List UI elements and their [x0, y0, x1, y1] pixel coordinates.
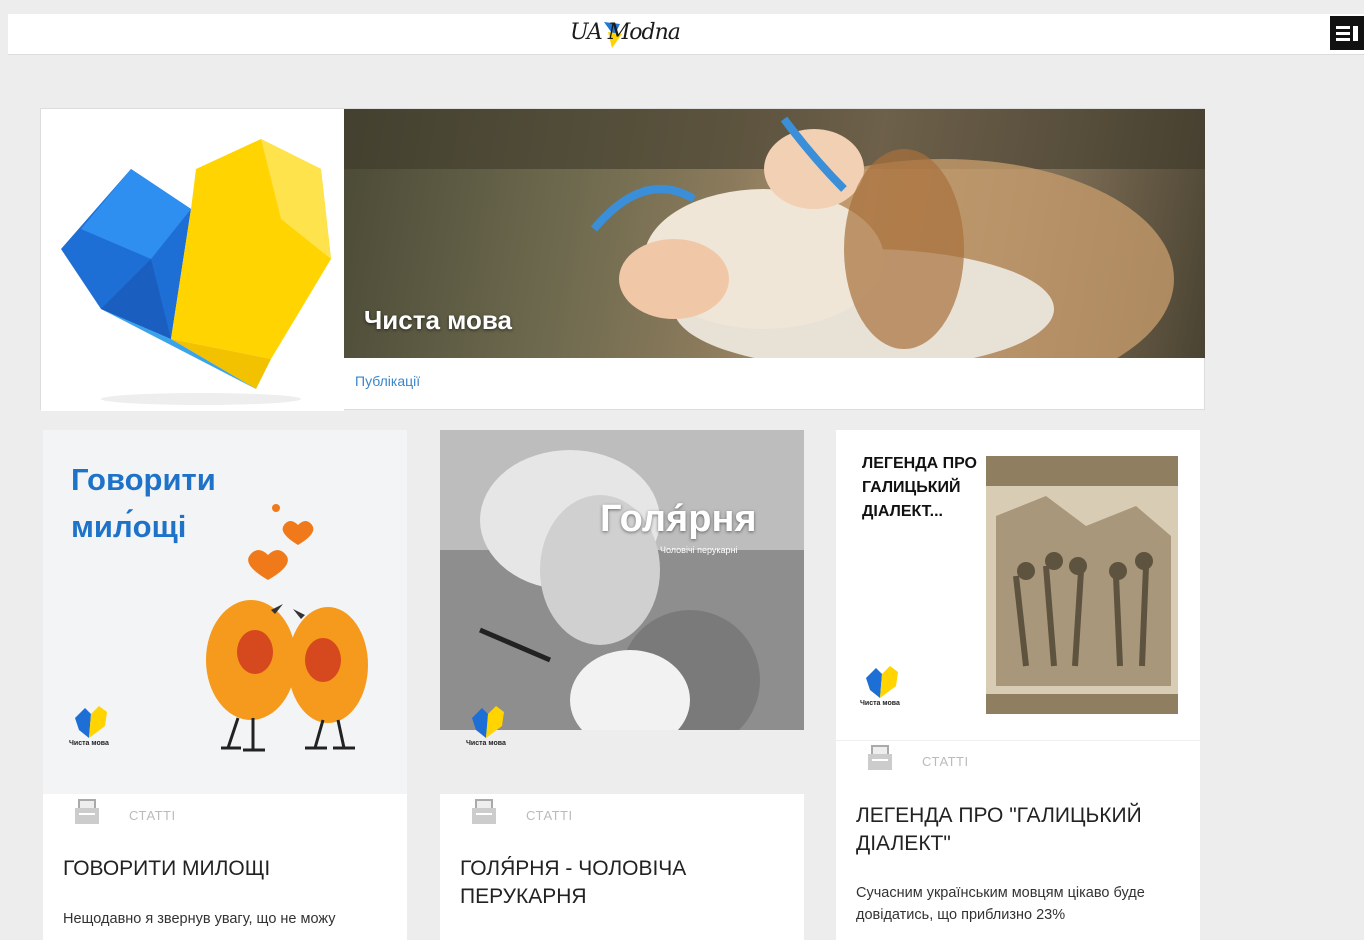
- article-card[interactable]: Говорити мил́ощі Чиста мова СТАТТІ ГОВОР…: [43, 430, 407, 940]
- document-icon: [868, 745, 892, 770]
- category-label[interactable]: СТАТТІ: [526, 808, 573, 823]
- card-title[interactable]: ГОВОРИТИ МИЛОЩІ: [63, 855, 393, 883]
- card-image-heading: ЛЕГЕНДА ПРО ГАЛИЦЬКИЙ ДІАЛЕКТ...: [862, 455, 977, 520]
- card-image[interactable]: ЛЕГЕНДА ПРО ГАЛИЦЬКИЙ ДІАЛЕКТ... Чиста м…: [836, 430, 1200, 740]
- category-label[interactable]: СТАТТІ: [129, 808, 176, 823]
- card-image-subheading: Чоловічі перукарні: [660, 545, 738, 555]
- logo-text: UA Modna: [570, 20, 681, 45]
- mini-logo-text: Чиста мова: [466, 740, 506, 747]
- publications-link[interactable]: Публікації: [355, 373, 420, 389]
- mini-logo: Чиста мова: [860, 662, 902, 714]
- mini-logo: Чиста мова: [466, 702, 508, 754]
- mini-logo-text: Чиста мова: [69, 740, 109, 747]
- heart-logo-image: [41, 109, 344, 411]
- document-icon: [75, 799, 99, 824]
- site-logo[interactable]: UA Modna: [570, 20, 681, 50]
- article-card[interactable]: Голя́рня Чоловічі перукарні Чиста мова С…: [440, 430, 804, 940]
- hero-title: Чиста мова: [364, 305, 513, 335]
- card-meta: СТАТТІ: [43, 794, 407, 844]
- card-title[interactable]: ГОЛЯ́РНЯ - ЧОЛОВІЧА ПЕРУКАРНЯ: [460, 855, 740, 911]
- mini-logo: Чиста мова: [69, 702, 111, 754]
- card-meta: СТАТТІ: [440, 794, 804, 844]
- card-image[interactable]: Голя́рня Чоловічі перукарні Чиста мова: [440, 430, 804, 794]
- menu-button[interactable]: [1330, 16, 1364, 50]
- document-icon: [472, 799, 496, 824]
- card-excerpt: Нещодавно я звернув увагу, що не можу: [63, 911, 336, 927]
- card-title[interactable]: ЛЕГЕНДА ПРО "ГАЛИЦЬКИЙ ДІАЛЕКТ": [856, 802, 1166, 858]
- card-excerpt: Сучасним українським мовцям цікаво буде …: [856, 885, 1145, 923]
- hero-card[interactable]: Чиста мова Публікації: [40, 108, 1205, 411]
- heart-icon: [472, 706, 504, 738]
- heart-icon: [75, 706, 107, 738]
- heart-icon: [866, 666, 898, 698]
- article-card[interactable]: ЛЕГЕНДА ПРО ГАЛИЦЬКИЙ ДІАЛЕКТ... Чиста м…: [836, 430, 1200, 940]
- hero-photo[interactable]: Чиста мова: [344, 109, 1205, 358]
- card-image-heading: Голя́рня: [600, 498, 757, 540]
- mini-logo-text: Чиста мова: [860, 700, 900, 707]
- vintage-poster-image: [986, 456, 1178, 714]
- card-image[interactable]: Говорити мил́ощі Чиста мова: [43, 430, 407, 794]
- card-meta: СТАТТІ: [836, 740, 1200, 790]
- category-label[interactable]: СТАТТІ: [922, 754, 969, 769]
- top-bar: UA Modna: [8, 14, 1364, 55]
